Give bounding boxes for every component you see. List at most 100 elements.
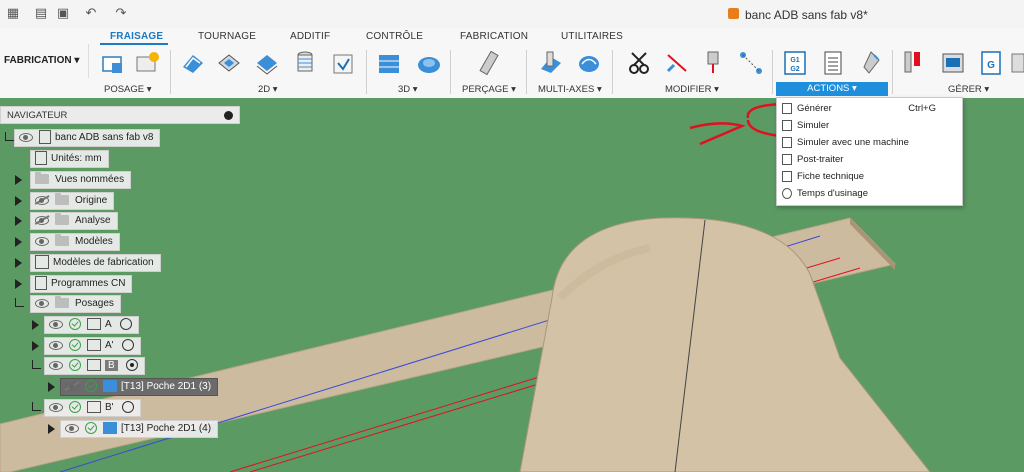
tab-fabrication[interactable]: FABRICATION <box>460 31 528 42</box>
group-actions-label: ACTIONS <box>807 83 850 94</box>
expand-modeles-icon[interactable] <box>15 237 22 247</box>
expand-vues-icon[interactable] <box>15 175 22 185</box>
tool-library-icon[interactable] <box>902 49 928 77</box>
setup-sheet-icon[interactable] <box>820 49 846 77</box>
machine-library-icon[interactable] <box>940 49 966 77</box>
tree-analyse[interactable]: Analyse <box>30 212 118 230</box>
pocket-2d-icon <box>103 422 117 435</box>
expand-setup-b2-icon[interactable] <box>32 402 41 411</box>
more-tools-icon[interactable] <box>1010 49 1024 77</box>
multi-axis-contour-icon[interactable] <box>576 49 602 77</box>
menu-item-fiche-technique[interactable]: Fiche technique <box>777 168 962 185</box>
group-modifier[interactable]: MODIFIER ▾ <box>665 84 719 95</box>
menu-item-generer[interactable]: Générer Ctrl+G <box>777 100 962 117</box>
undo-icon[interactable]: ↶ <box>82 5 100 23</box>
visibility-icon[interactable] <box>19 132 33 142</box>
group-percage[interactable]: PERÇAGE ▾ <box>462 84 516 95</box>
hidden-icon[interactable] <box>35 195 49 205</box>
setup-radio[interactable] <box>121 401 134 414</box>
tree-units[interactable]: Unités: mm <box>30 150 109 168</box>
expand-setup-b-icon[interactable] <box>32 360 41 369</box>
tab-utilitaires[interactable]: UTILITAIRES <box>561 31 623 42</box>
tree-vues[interactable]: Vues nommées <box>30 171 132 189</box>
scissors-icon[interactable] <box>626 49 652 77</box>
group-separator <box>772 50 773 94</box>
expand-op-b2-icon[interactable] <box>48 424 55 434</box>
post-library-icon[interactable]: G <box>978 49 1004 77</box>
tab-controle[interactable]: CONTRÔLE <box>366 31 423 42</box>
gcode-icon[interactable]: G1G2 <box>782 49 808 77</box>
expand-analyse-icon[interactable] <box>15 216 22 226</box>
menu-item-temps-usinage[interactable]: Temps d'usinage <box>777 185 962 202</box>
visibility-icon[interactable] <box>49 402 63 412</box>
tree-root[interactable]: banc ADB sans fab v8 <box>14 129 161 147</box>
file-icon[interactable]: ▤ <box>32 5 50 23</box>
drill-icon[interactable] <box>476 49 502 77</box>
tab-tournage[interactable]: TOURNAGE <box>198 31 256 42</box>
group-3d[interactable]: 3D ▾ <box>398 84 418 95</box>
stock-icon[interactable] <box>134 49 160 77</box>
menu-item-simuler[interactable]: Simuler <box>777 117 962 134</box>
tree-posages[interactable]: Posages <box>30 295 121 313</box>
chamfer-icon[interactable] <box>330 49 356 77</box>
swarf-icon[interactable] <box>538 49 564 77</box>
menu-item-post-traiter[interactable]: Post-traiter <box>777 151 962 168</box>
visibility-icon[interactable] <box>49 360 63 370</box>
visibility-icon[interactable] <box>49 340 63 350</box>
tree-setup-b2[interactable]: B' <box>44 399 141 417</box>
setup-radio[interactable] <box>119 318 132 331</box>
navigator-header[interactable]: NAVIGATEUR <box>0 106 240 124</box>
tool-move-icon[interactable] <box>700 49 726 77</box>
trim-toolpath-icon[interactable] <box>664 49 690 77</box>
menu-item-simuler-machine[interactable]: Simuler avec une machine <box>777 134 962 151</box>
expand-posages-icon[interactable] <box>15 298 24 307</box>
expand-programmes-icon[interactable] <box>15 279 22 289</box>
adaptive-clearing-icon[interactable] <box>180 49 206 77</box>
navigator-close-icon[interactable] <box>224 111 233 120</box>
workspace-switcher[interactable]: FABRICATION ▾ <box>0 44 89 78</box>
tree-op-b2[interactable]: [T13] Poche 2D1 (4) <box>60 420 219 438</box>
tree-origine[interactable]: Origine <box>30 192 115 210</box>
expand-modeles-fab-icon[interactable] <box>15 258 22 268</box>
tree-modeles[interactable]: Modèles <box>30 233 120 251</box>
save-icon[interactable]: ▣ <box>54 5 72 23</box>
expand-setup-a2-icon[interactable] <box>32 341 39 351</box>
expand-origine-icon[interactable] <box>15 196 22 206</box>
expand-op-b-icon[interactable] <box>48 382 55 392</box>
group-multiaxes[interactable]: MULTI-AXES ▾ <box>538 84 602 95</box>
tab-fraisage[interactable]: FRAISAGE <box>110 31 163 42</box>
tree-modeles-fab[interactable]: Modèles de fabrication <box>30 254 161 272</box>
setup-radio[interactable] <box>121 339 134 352</box>
visibility-icon[interactable] <box>35 236 49 246</box>
face-icon[interactable] <box>254 49 280 77</box>
group-actions[interactable]: ACTIONS ▾ <box>776 82 888 96</box>
visibility-icon[interactable] <box>35 298 49 308</box>
redo-icon[interactable]: ↷ <box>112 5 130 23</box>
tree-setup-a2[interactable]: A' <box>44 337 141 355</box>
pocket-2d-icon[interactable] <box>216 49 242 77</box>
hidden-icon[interactable] <box>35 215 49 225</box>
tree-setup-a[interactable]: A <box>44 316 139 334</box>
adaptive-3d-icon[interactable] <box>376 49 402 77</box>
expand-setup-a-icon[interactable] <box>32 320 39 330</box>
setup-icon[interactable] <box>100 49 126 77</box>
expand-root-icon[interactable] <box>5 132 14 141</box>
visibility-icon[interactable] <box>65 423 79 433</box>
contour-2d-icon[interactable] <box>292 49 318 77</box>
visibility-icon[interactable] <box>49 319 63 329</box>
tree-op-b[interactable]: [T13] Poche 2D1 (3) <box>60 378 219 396</box>
document-icon <box>39 130 51 145</box>
tree-programmes[interactable]: Programmes CN <box>30 275 133 293</box>
setup-icon <box>87 401 101 414</box>
data-panel-icon[interactable]: ▦ <box>4 5 22 23</box>
generate-icon[interactable] <box>858 49 884 77</box>
group-2d[interactable]: 2D ▾ <box>258 84 278 95</box>
hidden-icon[interactable] <box>65 381 79 391</box>
setup-radio-active[interactable] <box>125 359 138 372</box>
group-gerer[interactable]: GÉRER ▾ <box>948 84 989 95</box>
toolpath-edit-icon[interactable] <box>738 49 764 77</box>
pocket-3d-icon[interactable] <box>416 49 442 77</box>
tab-additif[interactable]: ADDITIF <box>290 31 330 42</box>
tree-setup-b[interactable]: B <box>44 357 145 375</box>
group-posage[interactable]: POSAGE ▾ <box>104 84 152 95</box>
